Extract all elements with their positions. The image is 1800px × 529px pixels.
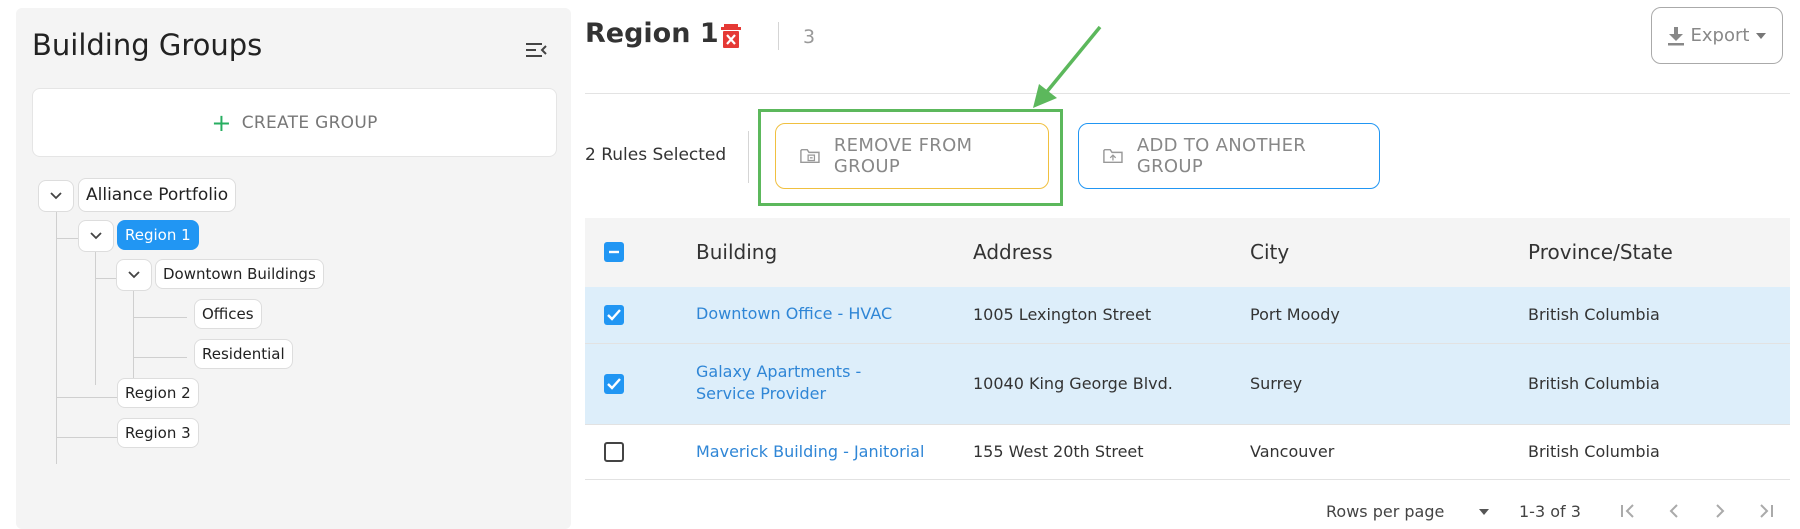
caret-down-icon [1756,32,1767,39]
building-link[interactable]: Downtown Office - HVAC [696,303,892,325]
tree-line [133,283,134,385]
column-header-address[interactable]: Address [973,240,1053,264]
tree-node-offices[interactable]: Offices [194,299,262,329]
add-to-another-group-button[interactable]: ADD TO ANOTHER GROUP [1078,123,1380,189]
group-count: 3 [803,26,816,48]
download-icon [1667,26,1684,45]
column-header-province-state[interactable]: Province/State [1528,240,1673,264]
remove-from-group-label: REMOVE FROM GROUP [833,135,973,177]
tree-line [133,317,187,318]
annotation-arrow-icon [1033,25,1102,108]
main-panel: Region 1 3 Export 2 Rules Selected REMOV… [585,0,1790,529]
table-row[interactable]: Downtown Office - HVAC 1005 Lexington St… [585,287,1790,344]
export-label: Export [1690,25,1750,46]
last-page-icon[interactable] [1753,498,1779,524]
address-cell: 1005 Lexington Street [973,305,1152,324]
city-cell: Surrey [1250,374,1303,393]
row-checkbox[interactable] [604,374,624,394]
province-cell: British Columbia [1528,442,1660,461]
folder-upload-icon [1103,148,1123,164]
remove-from-group-button[interactable]: REMOVE FROM GROUP [775,123,1049,189]
address-cell: 155 West 20th Street [973,442,1144,461]
table-pagination: Rows per page 1-3 of 3 [585,495,1790,529]
first-page-icon[interactable] [1615,498,1641,524]
actions-divider [748,131,749,183]
tree-line [56,437,118,438]
page-title: Region 1 [585,18,719,49]
tree-node-region-2[interactable]: Region 2 [117,378,199,408]
tree-line [95,243,96,385]
delete-group-icon[interactable] [720,23,742,49]
city-cell: Vancouver [1250,442,1335,461]
row-checkbox[interactable] [604,305,624,325]
add-to-another-group-label: ADD TO ANOTHER GROUP [1136,135,1307,177]
province-cell: British Columbia [1528,374,1660,393]
expand-downtown-buildings-chevron[interactable] [116,259,152,291]
column-header-city[interactable]: City [1250,240,1289,264]
export-button[interactable]: Export [1651,7,1783,64]
selection-count: 2 Rules Selected [585,145,727,165]
select-all-checkbox[interactable] [604,242,624,262]
folder-remove-icon [800,148,820,164]
header-divider-line [585,93,1790,94]
previous-page-icon[interactable] [1661,498,1687,524]
tree-line [56,204,57,464]
next-page-icon[interactable] [1707,498,1733,524]
pagination-range: 1-3 of 3 [1519,502,1581,521]
tree-node-downtown-buildings[interactable]: Downtown Buildings [155,259,324,289]
building-link[interactable]: Maverick Building - Janitorial [696,441,924,463]
tree-line [133,357,187,358]
rows-per-page-label: Rows per page [1326,502,1445,521]
group-tree: Alliance Portfolio Region 1 Downtown Bui… [16,8,571,529]
tree-line [56,397,118,398]
city-cell: Port Moody [1250,305,1340,324]
tree-node-alliance-portfolio[interactable]: Alliance Portfolio [78,178,237,212]
header-divider [778,22,779,50]
address-cell: 10040 King George Blvd. [973,374,1173,393]
building-link[interactable]: Galaxy Apartments - Service Provider [696,361,916,405]
province-cell: British Columbia [1528,305,1660,324]
tree-node-region-1[interactable]: Region 1 [117,220,199,250]
building-groups-sidebar: Building Groups + CREATE GROUP Alliance … [16,8,571,529]
column-header-building[interactable]: Building [696,240,777,264]
table-row[interactable]: Galaxy Apartments - Service Provider 100… [585,344,1790,425]
tree-node-residential[interactable]: Residential [194,339,293,369]
row-checkbox[interactable] [604,442,624,462]
table-row[interactable]: Maverick Building - Janitorial 155 West … [585,425,1790,480]
rows-per-page-dropdown-icon[interactable] [1478,508,1490,516]
expand-alliance-portfolio-chevron[interactable] [38,180,74,212]
table-header-row: Building Address City Province/State [585,218,1790,287]
tree-node-region-3[interactable]: Region 3 [117,418,199,448]
expand-region-1-chevron[interactable] [78,220,114,252]
